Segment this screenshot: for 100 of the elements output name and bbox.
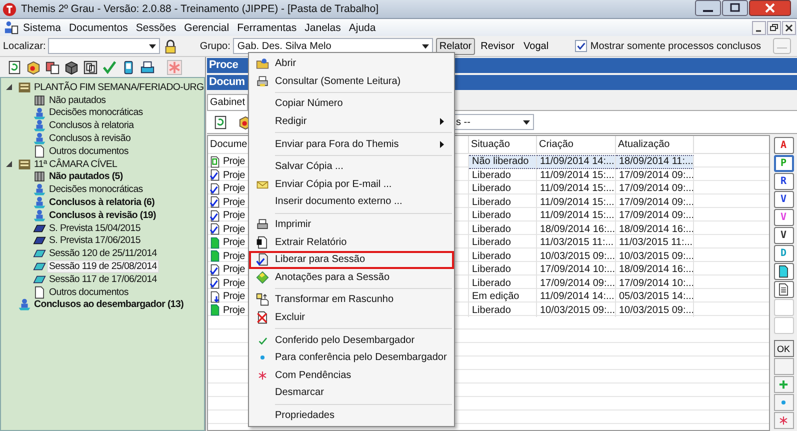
minimize-button[interactable] <box>752 20 766 34</box>
letter-button[interactable]: V <box>774 209 794 226</box>
tree-item[interactable]: S. Prevista 17/06/2015 <box>48 235 142 246</box>
tree-item[interactable]: Decisões monocráticas <box>48 184 144 196</box>
letter-button[interactable]: V <box>774 191 794 208</box>
tree-item[interactable]: Decisões monocráticas <box>48 107 144 118</box>
copy-icon[interactable] <box>83 60 98 74</box>
printer-icon[interactable] <box>140 60 155 74</box>
page-check-icon <box>209 182 221 195</box>
menu-item[interactable]: Conferido pelo Desembargador <box>249 331 454 349</box>
menu-item[interactable]: Copiar Número <box>249 95 454 113</box>
column-header[interactable]: Situação <box>469 136 537 153</box>
menu-item[interactable]: Janelas <box>300 22 345 34</box>
maximize-button[interactable] <box>722 0 748 16</box>
mark-button[interactable] <box>774 376 794 393</box>
menu-item[interactable]: Abrir <box>249 55 454 73</box>
letter-button[interactable]: V <box>774 227 794 244</box>
menu-item[interactable]: Sistema <box>19 22 65 34</box>
tree-item[interactable]: Conclusos à revisão (19) <box>48 210 157 221</box>
menu-item[interactable]: Para conferência pelo Desembargador <box>249 348 454 366</box>
table-cell: 18/09/2014 16:... <box>540 224 615 235</box>
menu-item[interactable]: Consultar (Somente Leitura) <box>249 72 454 90</box>
page-button[interactable] <box>774 281 794 298</box>
mark-button[interactable] <box>774 394 794 411</box>
page-button[interactable] <box>774 263 794 280</box>
refresh-icon[interactable] <box>213 114 228 130</box>
dropdown-arrow-icon[interactable] <box>148 44 156 48</box>
table-cell: 11/09/2014 15:... <box>540 210 614 222</box>
tree-item[interactable]: Sessão 117 de 17/06/2014 <box>48 274 158 285</box>
mark-button[interactable] <box>774 412 794 429</box>
table-cell: 11/03/2015 11:... <box>540 237 614 248</box>
expander-icon[interactable] <box>5 160 13 168</box>
close-button[interactable] <box>782 20 796 34</box>
role-button[interactable]: Revisor <box>478 38 518 54</box>
menu-item[interactable]: Extrair Relatório <box>249 233 454 251</box>
minimize-button[interactable] <box>695 0 721 16</box>
check-icon[interactable] <box>102 60 117 74</box>
menu-item[interactable]: Excluir <box>249 308 454 326</box>
menu-item[interactable]: Desmarcar <box>249 384 454 402</box>
page-icon <box>209 250 221 262</box>
tree-item[interactable]: Não pautados (5) <box>48 171 124 182</box>
checkbox[interactable] <box>575 40 588 52</box>
restore-button[interactable] <box>767 20 781 34</box>
menu-item[interactable]: Enviar Cópia por E-mail ... <box>249 176 454 194</box>
role-button[interactable]: Vogal <box>520 38 552 54</box>
tree-item[interactable]: Sessão 119 de 25/08/2014 <box>48 261 158 272</box>
tree-item[interactable]: PLANTÃO FIM SEMANA/FERIADO-URG <box>33 82 204 93</box>
table-cell: Proje <box>223 278 245 289</box>
menu-item[interactable]: Documentos <box>64 22 132 34</box>
dropdown-arrow-icon[interactable] <box>523 120 530 124</box>
menu-item[interactable]: Imprimir <box>249 216 454 234</box>
menu-item[interactable]: Transformar em Rascunho <box>249 291 454 309</box>
menu-item[interactable]: Salvar Cópia ... <box>249 158 454 176</box>
menu-item[interactable]: Inserir documento externo ... <box>249 193 454 211</box>
menu-item[interactable]: Propriedades <box>249 406 454 424</box>
menu-item[interactable]: Ferramentas <box>233 22 301 34</box>
search-label: Localizar: <box>3 40 46 52</box>
cabinet-icon <box>18 158 31 171</box>
page-icon <box>209 236 221 249</box>
menu-item[interactable]: Com Pendências <box>249 366 454 384</box>
column-header[interactable]: Criação <box>537 136 616 153</box>
checkbox-label[interactable]: Mostrar somente processos conclusos <box>590 40 761 52</box>
tree-item[interactable]: Não pautados <box>48 94 107 106</box>
refresh-icon[interactable] <box>7 60 22 74</box>
table-cell: Liberado <box>472 237 511 248</box>
menu-item[interactable]: Anotações para a Sessão <box>249 268 454 286</box>
tree-item[interactable]: 11ª CÂMARA CÍVEL <box>33 158 118 170</box>
page-check-icon <box>256 253 268 266</box>
dropdown-arrow-icon[interactable] <box>422 44 430 48</box>
page-arrow-icon <box>209 290 221 303</box>
tree-item[interactable]: Outros documentos <box>48 286 130 298</box>
tree-item[interactable]: Conclusos à revisão <box>48 133 132 144</box>
cube-icon[interactable] <box>64 60 79 74</box>
tree-item[interactable]: S. Prevista 15/04/2015 <box>48 222 142 234</box>
table-cell: Liberado <box>472 196 511 208</box>
menu-item[interactable]: Gerencial <box>180 22 234 34</box>
box-icon[interactable] <box>26 60 41 74</box>
menu-item[interactable]: Ajuda <box>344 22 380 34</box>
column-header[interactable]: Atualização <box>616 136 694 153</box>
tree-item[interactable]: Conclusos à relatoria <box>48 120 135 132</box>
table-cell: 11/03/2015 11:... <box>619 237 693 248</box>
tree-item[interactable]: Conclusos ao desembargador (13) <box>33 299 185 310</box>
menu-item[interactable]: Enviar para Fora do Themis <box>249 135 454 153</box>
table-cell: 18/09/2014 11:... <box>619 156 693 168</box>
table-cell: Liberado <box>472 170 511 181</box>
menu-item[interactable]: Sessões <box>132 22 180 34</box>
ok-button[interactable]: OK <box>774 340 794 357</box>
letter-button[interactable]: R <box>774 173 794 190</box>
expander-icon[interactable] <box>5 83 13 92</box>
letter-button[interactable]: A <box>774 137 794 154</box>
role-button[interactable]: Relator <box>436 38 475 54</box>
pages-icon[interactable] <box>45 60 60 74</box>
tree-item[interactable]: Sessão 120 de 25/11/2014 <box>48 248 158 260</box>
page-check-icon <box>209 196 221 208</box>
close-button[interactable] <box>749 0 791 16</box>
tree-item[interactable]: Outros documentos <box>48 146 130 157</box>
tab[interactable]: Gabinet <box>207 94 248 110</box>
menu-item[interactable]: Liberar para Sessão <box>249 250 454 269</box>
lock-icon[interactable] <box>162 38 178 54</box>
tree-item[interactable]: Conclusos à relatoria (6) <box>48 197 156 208</box>
